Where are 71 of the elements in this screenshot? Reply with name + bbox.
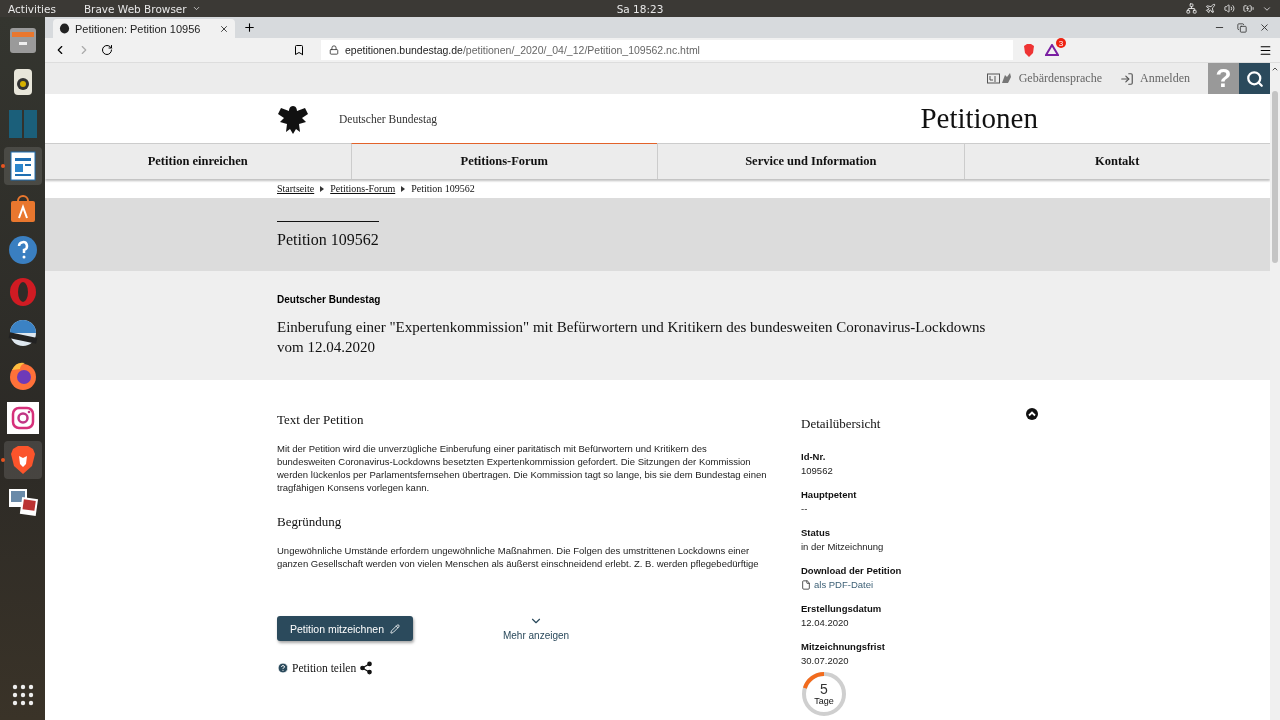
sign-language-link[interactable]: Gebärdensprache xyxy=(986,71,1102,86)
app-grid-icon[interactable] xyxy=(11,684,34,706)
site-title: Petitionen xyxy=(920,102,1038,135)
network-icon[interactable] xyxy=(1186,3,1197,14)
new-tab-icon[interactable] xyxy=(243,21,256,34)
app-menu[interactable]: Brave Web Browser xyxy=(83,2,201,15)
detail-value: 12.04.2020 xyxy=(801,617,850,628)
section-heading: Text der Petition xyxy=(277,412,365,428)
breadcrumb-link[interactable]: Startseite xyxy=(277,183,315,194)
nav-tab[interactable]: Service und Information xyxy=(657,143,964,179)
nav-tab[interactable]: Kontakt xyxy=(963,143,1270,179)
detail-value: 30.07.2020 xyxy=(801,655,850,666)
help-icon xyxy=(277,662,289,674)
file-icon xyxy=(801,579,811,590)
separator-icon xyxy=(320,185,325,192)
days-number: 5 xyxy=(820,682,828,696)
triangle-icon[interactable] xyxy=(1045,44,1059,56)
petition-title: Einberufung einer "Expertenkommission" mit Befürwortern und Kritikern des bundesweiten Coronavirus-Lockdowns vom 12.04.2020 xyxy=(277,318,987,357)
days-unit: Tage xyxy=(814,696,834,706)
search-icon xyxy=(1245,69,1264,88)
separator-icon xyxy=(401,185,406,192)
scrollbar-thumb[interactable] xyxy=(1272,91,1278,263)
reload-icon[interactable] xyxy=(101,44,113,56)
detail-value: -- xyxy=(801,503,809,514)
close-icon[interactable] xyxy=(219,23,229,34)
show-more-link[interactable]: Mehr anzeigen xyxy=(502,614,570,641)
volume-icon[interactable] xyxy=(1224,3,1235,14)
detail-label: Mitzeichnungsfrist xyxy=(801,641,886,652)
sign-language-icon xyxy=(986,72,1013,85)
login-link[interactable]: Anmelden xyxy=(1120,71,1190,86)
petition-heading: Petition 109562 xyxy=(277,220,379,249)
battery-icon[interactable] xyxy=(1243,3,1254,14)
address-bar[interactable]: epetitionen.bundestag.de/petitionen/_2020/_04/_12/Petition_109562.nc.html xyxy=(321,40,1013,60)
notification-badge: 3 xyxy=(1056,38,1066,48)
pdf-link[interactable]: als PDF-Datei xyxy=(801,579,1021,590)
bookmark-icon[interactable] xyxy=(293,44,305,56)
detail-value: 109562 xyxy=(801,465,834,476)
detail-label: Status xyxy=(801,527,832,538)
pencil-icon xyxy=(389,623,400,634)
airplane-icon[interactable] xyxy=(1205,3,1216,14)
reason-text: Ungewöhnliche Umstände erfordern ungewöhnliche Maßnahmen. Die Folgen des umstrittenen Lockdowns einer ganzen Gesellschaft werden von vielen Menschen als äußerst einschneidend erlebt. Z. B. werden pflegebedürftige xyxy=(277,544,760,570)
breadcrumb-current: Petition 109562 xyxy=(411,183,475,194)
eagle-logo xyxy=(277,103,309,134)
nav-tab[interactable]: Petitions-Forum xyxy=(350,143,657,179)
login-icon xyxy=(1120,71,1134,86)
detail-label: Hauptpetent xyxy=(801,489,858,500)
lock-icon xyxy=(329,45,339,55)
detail-label: Download der Petition xyxy=(801,565,903,576)
sign-button[interactable]: Petition mitzeichnen xyxy=(277,616,413,641)
caret-icon xyxy=(191,4,201,13)
share-icon xyxy=(359,661,374,675)
section-heading: Begründung xyxy=(277,514,343,530)
close-icon[interactable] xyxy=(1259,22,1270,33)
menu-icon[interactable] xyxy=(1259,43,1272,57)
nav-tab[interactable]: Petition einreichen xyxy=(45,143,351,179)
restore-icon[interactable] xyxy=(1237,22,1247,33)
breadcrumb-link[interactable]: Petitions-Forum xyxy=(330,183,396,194)
share-link[interactable]: Petition teilen xyxy=(277,661,767,675)
collapse-icon[interactable] xyxy=(1026,408,1038,420)
search-button[interactable] xyxy=(1239,63,1270,94)
addressee: Deutscher Bundestag xyxy=(277,294,382,305)
activities-button[interactable]: Activities xyxy=(8,2,56,15)
scroll-up-icon[interactable] xyxy=(1271,65,1279,73)
clock[interactable]: Sa 18:23 xyxy=(616,2,664,15)
browser-tab[interactable]: Petitionen: Petition 10956 xyxy=(53,19,235,38)
petition-text: Mit der Petition wird die unverzügliche Einberufung einer paritätisch mit Befürwortern und Kritikern des bundesweiten Coronavirus-Lockdowns besetzten Expertenkommission gefordert. Die Sitzungen der Kommission werden lückenlos per Parlamentsfernsehen übertragen. Die Kommission tagt so lange, bis sie dem Bundestag einen tragfähigen Konsens vorlegen kann. xyxy=(277,442,767,494)
detail-label: Id-Nr. xyxy=(801,451,827,462)
detail-value: in der Mitzeichnung xyxy=(801,541,885,552)
institution-name: Deutscher Bundestag xyxy=(339,112,438,125)
section-heading: Detailübersicht xyxy=(801,416,882,432)
detail-label: Erstellungsdatum xyxy=(801,603,883,614)
